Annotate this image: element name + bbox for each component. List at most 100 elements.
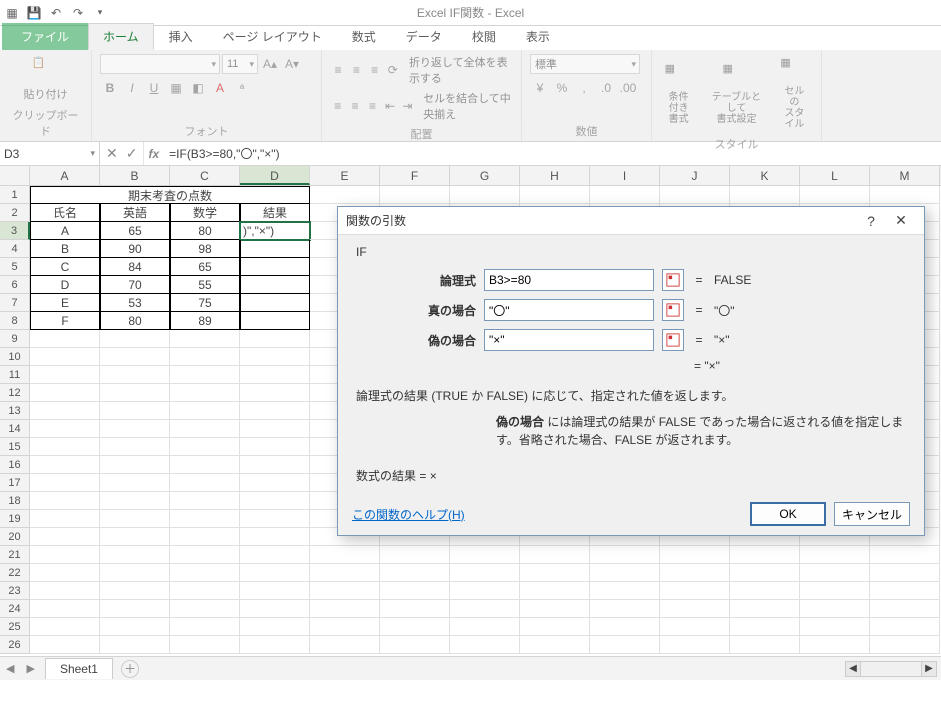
cell[interactable] [170,366,240,384]
column-header[interactable]: A [30,166,100,185]
cell[interactable] [520,600,590,618]
cell[interactable] [170,438,240,456]
cell[interactable] [450,564,520,582]
cell[interactable] [100,528,170,546]
cell[interactable] [30,456,100,474]
cell[interactable] [170,600,240,618]
cell[interactable] [730,546,800,564]
cell[interactable]: )","×") [240,222,310,240]
cell[interactable] [240,420,310,438]
cell[interactable] [170,564,240,582]
cell[interactable] [100,456,170,474]
font-name-combo[interactable] [100,54,220,74]
cell[interactable] [520,582,590,600]
cell[interactable] [170,546,240,564]
cell[interactable]: C [30,258,100,276]
row-header[interactable]: 13 [0,402,30,420]
cell[interactable] [380,186,450,204]
row-header[interactable]: 4 [0,240,30,258]
cell[interactable] [100,402,170,420]
column-header[interactable]: B [100,166,170,185]
dialog-help-icon[interactable]: ? [856,213,886,229]
arg-input-logical-test[interactable] [484,269,654,291]
cell[interactable] [660,600,730,618]
cell[interactable] [30,564,100,582]
cell[interactable] [380,564,450,582]
sheet-nav-next-icon[interactable]: ▶ [20,662,40,675]
cell[interactable]: D [30,276,100,294]
cell[interactable] [660,636,730,654]
cell[interactable] [450,636,520,654]
ok-button[interactable]: OK [750,502,826,526]
save-icon[interactable]: 💾 [26,5,42,21]
cell[interactable]: 75 [170,294,240,312]
function-help-link[interactable]: この関数のヘルプ(H) [352,506,465,523]
column-header[interactable]: D [240,166,310,185]
cell[interactable] [660,186,730,204]
undo-icon[interactable]: ↶ [48,5,64,21]
cell[interactable] [240,258,310,276]
cell[interactable]: 氏名 [30,204,100,222]
cell[interactable] [240,348,310,366]
cell[interactable] [450,546,520,564]
cell[interactable] [170,492,240,510]
formula-input[interactable]: =IF(B3>=80,"〇","×") [163,142,941,165]
cell[interactable] [730,186,800,204]
cell[interactable] [240,240,310,258]
cell[interactable] [240,330,310,348]
cell[interactable] [870,186,940,204]
cell[interactable] [870,546,940,564]
column-header[interactable]: L [800,166,870,185]
cell[interactable]: 65 [170,258,240,276]
underline-button[interactable]: U [144,78,164,98]
cell[interactable] [590,546,660,564]
bold-button[interactable]: B [100,78,120,98]
row-header[interactable]: 23 [0,582,30,600]
cell[interactable] [100,582,170,600]
row-header[interactable]: 20 [0,528,30,546]
column-header[interactable]: M [870,166,940,185]
cell[interactable] [660,582,730,600]
decrease-decimal-icon[interactable]: .00 [618,78,638,98]
cell[interactable] [100,366,170,384]
cell[interactable] [380,582,450,600]
range-select-button[interactable] [662,329,684,351]
cell[interactable] [240,456,310,474]
cell[interactable] [870,582,940,600]
align-right-icon[interactable]: ≡ [365,96,380,116]
row-header[interactable]: 15 [0,438,30,456]
scroll-right-icon[interactable]: ▶ [921,661,937,677]
align-center-icon[interactable]: ≡ [347,96,362,116]
cell[interactable] [730,600,800,618]
cell[interactable] [100,564,170,582]
enter-formula-icon[interactable]: ✓ [126,145,138,162]
cell[interactable]: F [30,312,100,330]
cell[interactable]: 98 [170,240,240,258]
cell[interactable] [380,636,450,654]
row-header[interactable]: 14 [0,420,30,438]
conditional-formatting-button[interactable]: ▦条件付き 書式 [660,60,697,127]
cell[interactable] [170,402,240,420]
cell[interactable]: 数学 [170,204,240,222]
indent-increase-icon[interactable]: ⇥ [400,96,415,116]
tab-home[interactable]: ホーム [88,23,154,50]
cell[interactable] [450,582,520,600]
row-header[interactable]: 9 [0,330,30,348]
sheet-tab[interactable]: Sheet1 [45,658,113,679]
cell[interactable] [240,582,310,600]
cell[interactable] [590,636,660,654]
cell[interactable] [30,636,100,654]
cell[interactable] [100,330,170,348]
dialog-titlebar[interactable]: 関数の引数 ? ✕ [338,207,924,235]
select-all-corner[interactable] [0,166,30,185]
cell[interactable] [310,546,380,564]
cell[interactable] [800,636,870,654]
cell[interactable] [450,618,520,636]
cell[interactable] [30,402,100,420]
cell[interactable] [590,618,660,636]
cell[interactable] [800,600,870,618]
cell[interactable] [30,492,100,510]
cell[interactable] [240,294,310,312]
row-header[interactable]: 21 [0,546,30,564]
cell[interactable] [800,186,870,204]
